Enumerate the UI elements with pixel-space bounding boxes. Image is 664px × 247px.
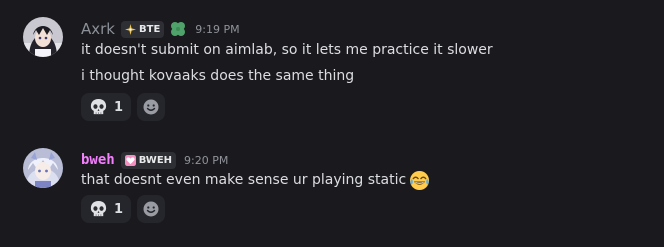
joy-emoji-icon[interactable] (409, 170, 430, 191)
message-text-line: that doesnt even make sense ur playing s… (81, 169, 430, 191)
username[interactable]: bweh (81, 152, 115, 168)
smiley-icon (142, 200, 160, 218)
avatar[interactable] (23, 17, 63, 57)
server-tag-label: BTE (139, 23, 161, 35)
chat-messages: Axrk BTE 9:19 PM it doesn't submit on ai… (0, 0, 664, 247)
server-tag[interactable]: BTE (121, 20, 165, 38)
heart-icon (124, 154, 136, 166)
smiley-icon (142, 98, 160, 116)
message-text: it doesn't submit on aimlab, so it lets … (81, 42, 493, 58)
add-reaction-button[interactable] (137, 93, 166, 121)
reaction-skull[interactable]: 1 (81, 93, 132, 121)
reaction-count: 1 (114, 99, 124, 115)
username[interactable]: Axrk (81, 20, 115, 38)
skull-icon (89, 98, 108, 117)
skull-icon (89, 200, 108, 219)
timestamp[interactable]: 9:19 PM (195, 23, 239, 36)
sparkle-icon (125, 23, 136, 35)
avatar[interactable] (23, 148, 63, 188)
add-reaction-button[interactable] (137, 195, 166, 223)
reactions: 1 (81, 93, 166, 121)
server-tag-label: BWEH (138, 154, 173, 166)
message-header: Axrk BTE 9:19 PM (81, 18, 240, 40)
reaction-skull[interactable]: 1 (81, 195, 132, 223)
message-text: i thought kovaaks does the same thing (81, 68, 355, 84)
reactions: 1 (81, 195, 166, 223)
message-header: bweh BWEH 9:20 PM (81, 149, 228, 171)
server-tag[interactable]: BWEH (120, 151, 177, 169)
timestamp[interactable]: 9:20 PM (184, 154, 228, 167)
clover-icon (169, 20, 187, 38)
message-text: that doesnt even make sense ur playing s… (81, 172, 407, 188)
reaction-count: 1 (114, 201, 124, 217)
